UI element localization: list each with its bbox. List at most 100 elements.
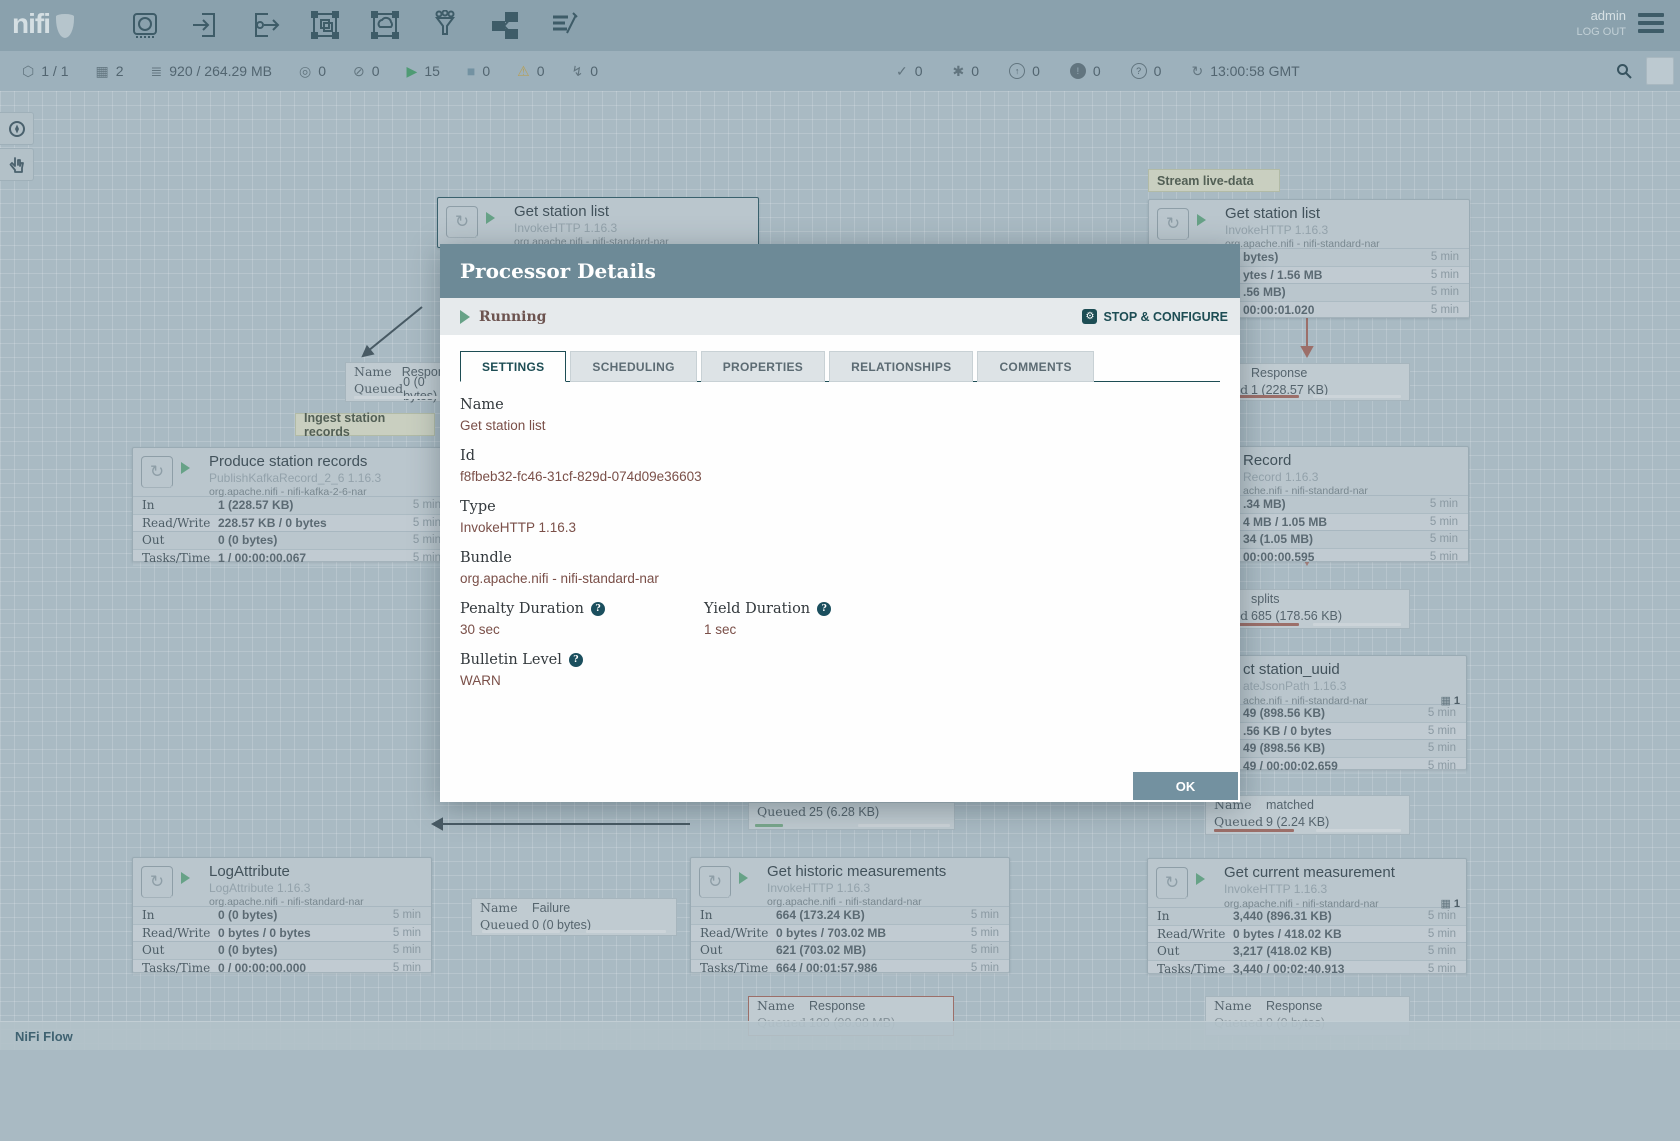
operate-palette-toggle[interactable] [0,148,34,181]
transmitting-count: 0 [318,63,326,79]
field-label-yield-duration: Yield Duration? [704,601,831,617]
processor-get-station-list-selected[interactable]: ↻ Get station list InvokeHTTP 1.16.3 org… [437,197,759,248]
running-status: ▶15 [407,63,440,80]
not-transmitting-count: 0 [372,63,380,79]
up-to-date-icon: ✓ [896,63,908,80]
processor-type-icon: ↻ [141,456,173,488]
stopped-count: 0 [482,63,490,79]
threads-count: 2 [116,63,124,79]
field-label-name: Name [460,397,1220,413]
processor-type: InvokeHTTP 1.16.3 [1224,882,1460,896]
help-icon[interactable]: ? [569,653,583,667]
running-icon [181,872,190,884]
locally-modified-status: ✱0 [953,63,980,80]
field-value-name: Get station list [460,418,1220,433]
processor-produce-station-records[interactable]: ↻ Produce station records PublishKafkaRe… [132,447,452,562]
tab-settings[interactable]: SETTINGS [460,351,566,382]
processor-type-icon: ↻ [141,866,173,898]
stat-out: 621 (703.02 MB) [776,943,866,957]
dialog-tabs: SETTINGS SCHEDULING PROPERTIES RELATIONS… [460,335,1220,382]
logout-link[interactable]: LOG OUT [1576,26,1626,38]
refresh-icon: ↻ [1191,63,1203,80]
template-button[interactable] [488,8,522,42]
size-bar [1313,623,1401,626]
hamburger-icon [1638,13,1664,17]
label-icon [550,10,580,40]
queued-icon: ≣ [151,63,163,80]
tab-relationships[interactable]: RELATIONSHIPS [829,351,973,382]
connection-label-queued[interactable]: Queued25 (6.28 KB) [748,802,955,830]
processor-get-current-measurement[interactable]: ↻ Get current measurement InvokeHTTP 1.1… [1147,858,1467,974]
birdseye-toggle-button[interactable] [1646,57,1674,85]
field-value-bundle: org.apache.nifi - nifi-standard-nar [460,571,1220,586]
funnel-button[interactable] [428,8,462,42]
processor-icon [130,10,160,40]
disabled-status: ↯0 [572,63,599,80]
navigate-palette-toggle[interactable] [0,112,34,145]
stat-in: .34 MB) [1243,497,1286,511]
stat-tasks: 49 / 00:00:02.659 [1243,759,1338,773]
nifi-logo: nifi [12,8,74,40]
active-threads: ▦2 [95,63,123,80]
thread-count-badge: ▦1 [1440,694,1460,707]
field-label-bundle: Bundle [460,550,1220,566]
stat-in: bytes) [1243,250,1278,264]
help-icon[interactable]: ? [817,602,831,616]
stat-in: 664 (173.24 KB) [776,908,865,922]
stale-icon: ↑ [1009,63,1025,79]
running-icon [460,310,470,324]
process-group-button[interactable] [308,8,342,42]
processor-name: ct station_uuid [1243,661,1460,678]
ok-button[interactable]: OK [1133,772,1238,800]
flow-label[interactable]: Ingest station records [295,413,435,436]
cluster-icon: ⬡ [22,63,34,80]
processor-bundle: org.apache.nifi - nifi-standard-nar [209,896,364,908]
tab-scheduling[interactable]: SCHEDULING [570,351,696,382]
connection-label-failure[interactable]: NameFailure Queued0 (0 bytes) [471,898,677,936]
queue-bar [1214,829,1294,832]
processor-logattribute[interactable]: ↻ LogAttribute LogAttribute 1.16.3 org.a… [132,857,432,973]
stale-count: 0 [1032,63,1040,79]
breadcrumb[interactable]: NiFi Flow [15,1029,73,1044]
output-port-icon [250,10,280,40]
search-icon [1616,63,1632,79]
stat-tasks: 1 / 00:00:00.067 [218,551,306,565]
input-port-button[interactable] [188,8,222,42]
tab-properties[interactable]: PROPERTIES [701,351,825,382]
search-button[interactable] [1610,57,1638,85]
processor-get-historic-measurements[interactable]: ↻ Get historic measurements InvokeHTTP 1… [690,857,1010,973]
stat-readwrite: ytes / 1.56 MB [1243,268,1322,282]
processor-type: LogAttribute 1.16.3 [209,881,425,895]
locally-modified-icon: ✱ [953,63,965,80]
size-bar [586,930,666,933]
stat-out: 3,217 (418.02 KB) [1233,944,1332,958]
stop-and-configure-button[interactable]: ⚙ STOP & CONFIGURE [1082,309,1228,324]
running-icon [181,462,190,474]
stat-readwrite: 0 bytes / 703.02 MB [776,926,886,940]
invalid-icon: ⚠ [517,63,530,80]
processor-bundle: org.apache.nifi - nifi-standard-nar [767,896,922,908]
size-bar [1316,829,1401,832]
refresh-status[interactable]: ↻13:00:58 GMT [1191,63,1299,80]
compass-icon [8,120,26,138]
dialog-title: Processor Details [460,259,656,283]
output-port-button[interactable] [248,8,282,42]
processor-type: InvokeHTTP 1.16.3 [514,221,752,235]
stat-readwrite: 4 MB / 1.05 MB [1243,515,1327,529]
global-menu-button[interactable] [1638,13,1664,37]
disabled-count: 0 [590,63,598,79]
new-processor-button[interactable] [128,8,162,42]
stat-tasks: 3,440 / 00:02:40.913 [1233,962,1344,976]
sync-failure-status: ?0 [1131,63,1162,80]
stat-tasks: 00:00:01.020 [1243,303,1314,317]
help-icon[interactable]: ? [591,602,605,616]
tab-comments[interactable]: COMMENTS [977,351,1093,382]
invalid-status: ⚠0 [517,63,544,80]
stat-in: 1 (228.57 KB) [218,498,293,512]
flow-label[interactable]: Stream live-data [1148,169,1280,192]
remote-process-group-button[interactable] [368,8,402,42]
dialog-status-row: Running ⚙ STOP & CONFIGURE [440,298,1240,335]
breadcrumb-bar: NiFi Flow [0,1021,1680,1050]
processor-type: Record 1.16.3 [1243,470,1462,484]
label-button[interactable] [548,8,582,42]
